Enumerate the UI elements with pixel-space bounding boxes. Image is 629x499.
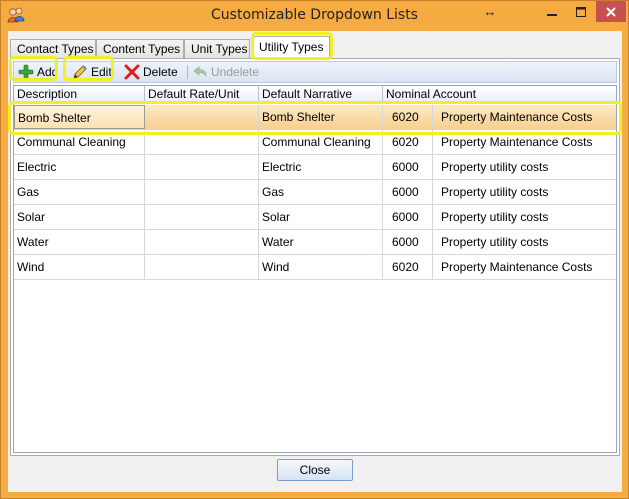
cell-description[interactable]: Bomb Shelter (14, 105, 145, 129)
delete-button[interactable]: Delete (124, 62, 178, 82)
grid-header: Description Default Rate/Unit Default Na… (14, 86, 616, 104)
green-plus-icon (18, 64, 34, 80)
cell-account-name[interactable]: Property Maintenance Costs (433, 255, 616, 279)
cell-default-narrative[interactable]: Bomb Shelter (259, 105, 383, 129)
delete-label: Delete (143, 65, 178, 79)
cell-account-code[interactable]: 6000 (383, 205, 433, 229)
cell-account-name[interactable]: Property utility costs (433, 230, 616, 254)
title-bar[interactable]: Customizable Dropdown Lists ↔ (1, 1, 628, 30)
add-button[interactable]: Add (18, 62, 58, 82)
maximize-icon (576, 6, 586, 17)
close-icon (606, 6, 616, 17)
cell-description[interactable]: Electric (14, 155, 145, 179)
tab-content-types[interactable]: Content Types (96, 39, 184, 59)
cell-default-narrative[interactable]: Wind (259, 255, 383, 279)
tab-panel-utility-types: Add Edit Delete Undelete Description Def… (10, 58, 620, 456)
cell-default-rate[interactable] (145, 180, 259, 204)
cell-default-rate[interactable] (145, 130, 259, 154)
table-row[interactable]: Bomb Shelter Bomb Shelter 6020 Property … (14, 105, 616, 130)
column-header-description[interactable]: Description (14, 86, 145, 104)
cell-description[interactable]: Water (14, 230, 145, 254)
cell-default-rate[interactable] (145, 205, 259, 229)
cell-account-code[interactable]: 6000 (383, 180, 433, 204)
resize-arrows-icon: ↔ (483, 4, 497, 19)
table-row[interactable]: Gas Gas 6000 Property utility costs (14, 180, 616, 205)
cell-default-rate[interactable] (145, 105, 259, 129)
cell-description[interactable]: Solar (14, 205, 145, 229)
cell-default-narrative[interactable]: Communal Cleaning (259, 130, 383, 154)
cell-default-narrative[interactable]: Water (259, 230, 383, 254)
toolbar-separator (187, 65, 188, 79)
red-x-icon (124, 64, 140, 80)
minimize-button[interactable] (539, 1, 565, 22)
window-title: Customizable Dropdown Lists (211, 7, 418, 23)
cell-account-name[interactable]: Property utility costs (433, 180, 616, 204)
table-row[interactable]: Solar Solar 6000 Property utility costs (14, 205, 616, 230)
cell-account-name[interactable]: Property Maintenance Costs (433, 105, 616, 129)
cell-description[interactable]: Communal Cleaning (14, 130, 145, 154)
cell-account-code[interactable]: 6020 (383, 255, 433, 279)
undelete-label: Undelete (211, 65, 260, 79)
dialog-window: Customizable Dropdown Lists ↔ Contact Ty… (0, 0, 629, 499)
table-row[interactable]: Wind Wind 6020 Property Maintenance Cost… (14, 255, 616, 280)
undo-arrow-icon (193, 66, 207, 77)
add-label: Add (37, 65, 59, 79)
edit-label: Edit (91, 65, 112, 79)
cell-account-name[interactable]: Property Maintenance Costs (433, 130, 616, 154)
close-button[interactable]: Close (277, 459, 353, 481)
utility-types-grid[interactable]: Description Default Rate/Unit Default Na… (13, 85, 617, 453)
cell-account-code[interactable]: 6000 (383, 155, 433, 179)
cell-default-rate[interactable] (145, 255, 259, 279)
edit-button[interactable]: Edit (72, 62, 112, 82)
toolbar: Add Edit Delete Undelete (13, 61, 617, 83)
table-row[interactable]: Water Water 6000 Property utility costs (14, 230, 616, 255)
dialog-body: Contact Types Content Types Unit Types U… (8, 31, 622, 492)
minimize-icon (547, 13, 557, 16)
cell-account-code[interactable]: 6000 (383, 230, 433, 254)
cell-default-rate[interactable] (145, 230, 259, 254)
window-close-button[interactable] (596, 1, 626, 22)
table-row[interactable]: Electric Electric 6000 Property utility … (14, 155, 616, 180)
cell-account-code[interactable]: 6020 (383, 130, 433, 154)
tab-strip: Contact Types Content Types Unit Types U… (8, 36, 622, 59)
cell-default-narrative[interactable]: Gas (259, 180, 383, 204)
column-header-default-rate[interactable]: Default Rate/Unit (145, 86, 259, 104)
column-header-default-narrative[interactable]: Default Narrative (259, 86, 383, 104)
tab-unit-types[interactable]: Unit Types (184, 39, 250, 59)
cell-default-narrative[interactable]: Electric (259, 155, 383, 179)
pencil-icon (73, 65, 87, 79)
tab-contact-types[interactable]: Contact Types (10, 39, 96, 59)
cell-account-name[interactable]: Property utility costs (433, 155, 616, 179)
column-header-nominal-account[interactable]: Nominal Account (383, 86, 616, 104)
cell-default-rate[interactable] (145, 155, 259, 179)
table-row[interactable]: Communal Cleaning Communal Cleaning 6020… (14, 130, 616, 155)
maximize-button[interactable] (568, 1, 594, 22)
cell-account-name[interactable]: Property utility costs (433, 205, 616, 229)
cell-description[interactable]: Wind (14, 255, 145, 279)
tab-utility-types[interactable]: Utility Types (252, 36, 330, 59)
undelete-button[interactable]: Undelete (192, 62, 259, 82)
cell-account-code[interactable]: 6020 (383, 105, 433, 129)
cell-default-narrative[interactable]: Solar (259, 205, 383, 229)
cell-description[interactable]: Gas (14, 180, 145, 204)
